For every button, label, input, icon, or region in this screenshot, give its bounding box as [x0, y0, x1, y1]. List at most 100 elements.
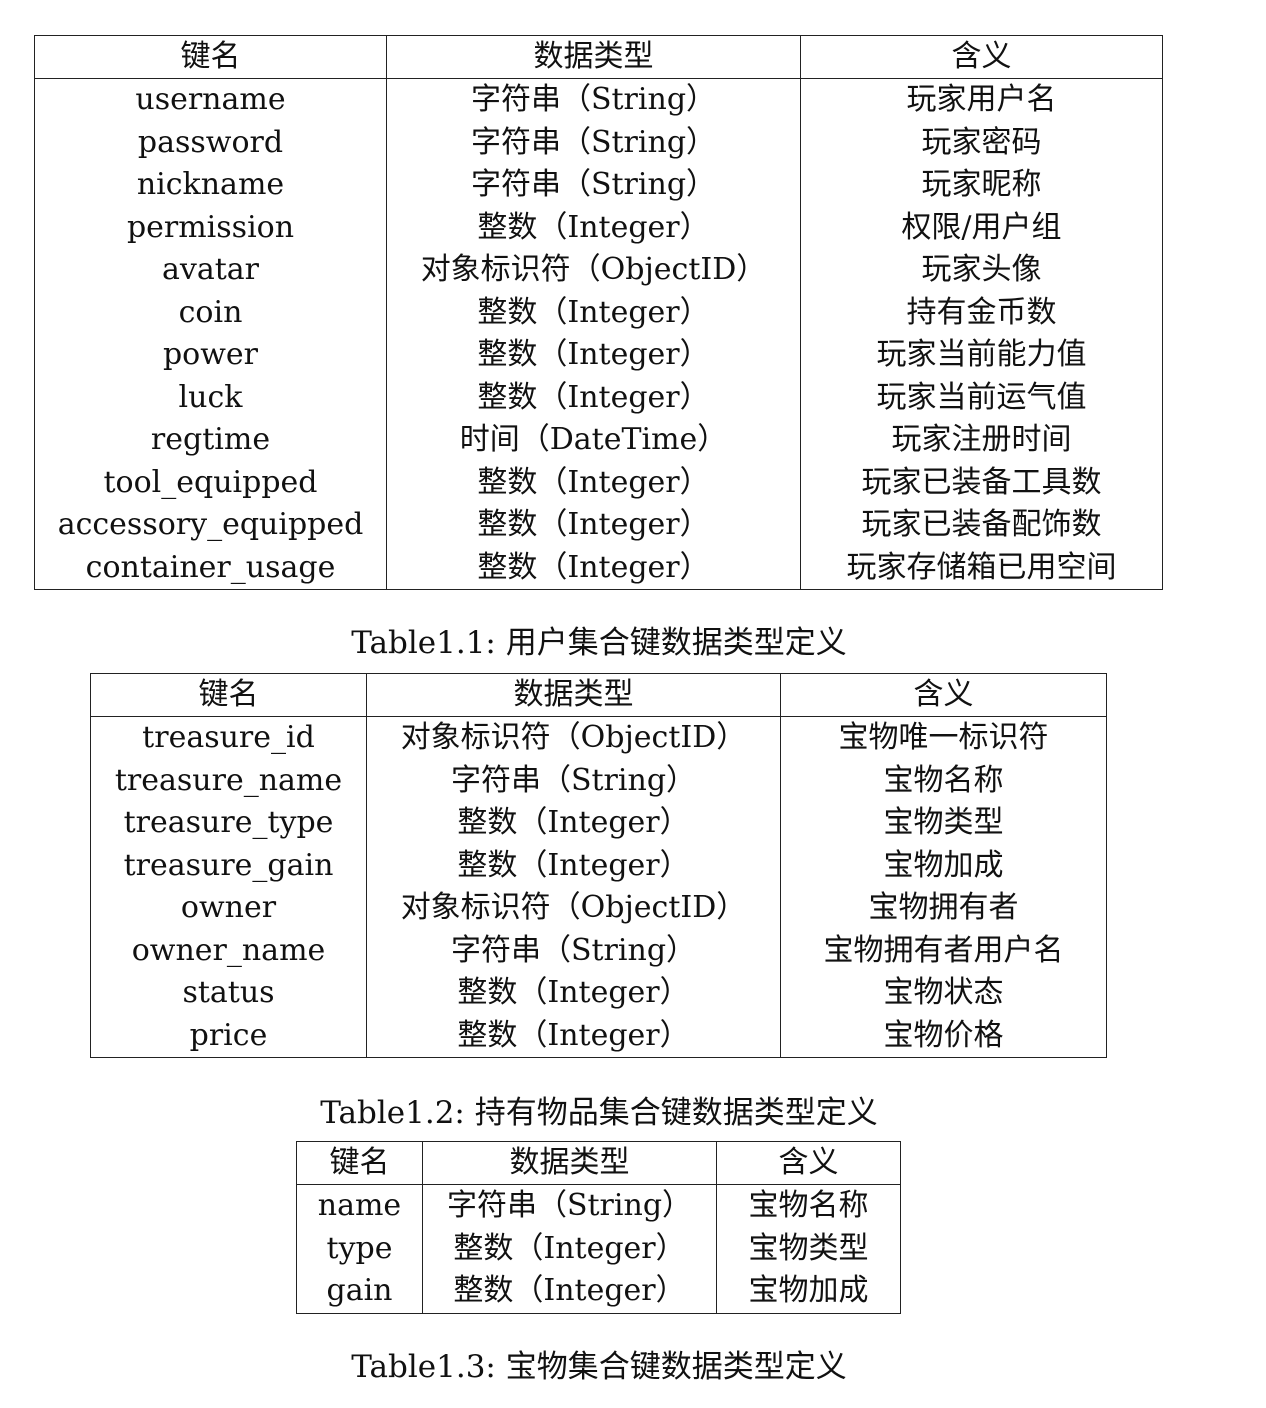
cell-key: status	[90, 972, 367, 1015]
cell-type: 整数（Integer）	[386, 334, 801, 377]
cell-type: 字符串（String）	[386, 164, 801, 207]
cell-key: regtime	[34, 419, 387, 462]
table-row: username 字符串（String） 玩家用户名	[34, 78, 1163, 122]
table-caption: Table1.2: 持有物品集合键数据类型定义	[320, 1095, 878, 1131]
cell-meaning: 宝物类型	[716, 1227, 901, 1270]
cell-key: nickname	[34, 164, 387, 207]
cell-key: treasure_type	[90, 802, 367, 845]
table-row: treasure_id 对象标识符（ObjectID） 宝物唯一标识符	[90, 716, 1107, 760]
table-row: coin 整数（Integer） 持有金币数	[34, 291, 1163, 334]
table-row: password 字符串（String） 玩家密码	[34, 121, 1163, 164]
cell-type: 字符串（String）	[386, 121, 801, 164]
header-data-type: 数据类型	[422, 1141, 717, 1185]
table-row: type 整数（Integer） 宝物类型	[296, 1227, 901, 1270]
cell-type: 整数（Integer）	[386, 206, 801, 249]
cell-type: 整数（Integer）	[422, 1227, 717, 1270]
cell-type: 整数（Integer）	[386, 546, 801, 590]
cell-meaning: 玩家用户名	[800, 78, 1163, 122]
cell-type: 对象标识符（ObjectID）	[366, 716, 781, 760]
cell-type: 整数（Integer）	[422, 1270, 717, 1313]
cell-key: power	[34, 334, 387, 377]
treasure-holdings-table: 键名 数据类型 含义 treasure_id 对象标识符（ObjectID） 宝物唯…	[90, 673, 1107, 1058]
table-row: avatar 对象标识符（ObjectID） 玩家头像	[34, 249, 1163, 292]
cell-type: 整数（Integer）	[366, 1014, 781, 1058]
cell-meaning: 玩家当前能力值	[800, 334, 1163, 377]
cell-type: 整数（Integer）	[366, 972, 781, 1015]
table-header-row: 键名 数据类型 含义	[296, 1141, 901, 1185]
cell-key: type	[296, 1227, 423, 1270]
table-caption: Table1.1: 用户集合键数据类型定义	[351, 625, 847, 661]
table-row: treasure_type 整数（Integer） 宝物类型	[90, 802, 1107, 845]
cell-meaning: 玩家已装备配饰数	[800, 504, 1163, 547]
header-meaning: 含义	[800, 35, 1163, 79]
cell-meaning: 玩家昵称	[800, 164, 1163, 207]
treasure-collection-table: 键名 数据类型 含义 name 字符串（String） 宝物名称 type 整数（In…	[296, 1141, 901, 1314]
cell-type: 字符串（String）	[366, 759, 781, 802]
cell-meaning: 宝物拥有者	[780, 887, 1107, 930]
cell-key: permission	[34, 206, 387, 249]
table-header-row: 键名 数据类型 含义	[34, 35, 1163, 79]
table-row: container_usage 整数（Integer） 玩家存储箱已用空间	[34, 546, 1163, 590]
cell-key: username	[34, 78, 387, 122]
header-data-type: 数据类型	[386, 35, 801, 79]
table-row: status 整数（Integer） 宝物状态	[90, 972, 1107, 1015]
cell-meaning: 玩家注册时间	[800, 419, 1163, 462]
cell-type: 字符串（String）	[386, 78, 801, 122]
cell-key: coin	[34, 291, 387, 334]
header-data-type: 数据类型	[366, 673, 781, 717]
cell-key: tool_equipped	[34, 461, 387, 504]
cell-meaning: 宝物加成	[716, 1270, 901, 1313]
cell-key: treasure_gain	[90, 844, 367, 887]
cell-meaning: 玩家密码	[800, 121, 1163, 164]
table-row: price 整数（Integer） 宝物价格	[90, 1014, 1107, 1058]
cell-meaning: 宝物名称	[716, 1184, 901, 1228]
table-caption: Table1.3: 宝物集合键数据类型定义	[351, 1349, 847, 1385]
table-row: treasure_gain 整数（Integer） 宝物加成	[90, 844, 1107, 887]
table-row: nickname 字符串（String） 玩家昵称	[34, 164, 1163, 207]
cell-key: gain	[296, 1270, 423, 1313]
table-row: luck 整数（Integer） 玩家当前运气值	[34, 376, 1163, 419]
cell-type: 整数（Integer）	[366, 844, 781, 887]
header-key-name: 键名	[296, 1141, 423, 1185]
table-row: name 字符串（String） 宝物名称	[296, 1184, 901, 1228]
table-row: regtime 时间（DateTime） 玩家注册时间	[34, 419, 1163, 462]
cell-key: avatar	[34, 249, 387, 292]
table-row: gain 整数（Integer） 宝物加成	[296, 1270, 901, 1313]
cell-key: treasure_name	[90, 759, 367, 802]
cell-meaning: 宝物加成	[780, 844, 1107, 887]
cell-meaning: 玩家头像	[800, 249, 1163, 292]
cell-meaning: 玩家当前运气值	[800, 376, 1163, 419]
table-row: tool_equipped 整数（Integer） 玩家已装备工具数	[34, 461, 1163, 504]
cell-meaning: 宝物类型	[780, 802, 1107, 845]
user-collection-table: 键名 数据类型 含义 username 字符串（String） 玩家用户名 pass…	[34, 35, 1163, 590]
cell-meaning: 宝物拥有者用户名	[780, 929, 1107, 972]
table-header-row: 键名 数据类型 含义	[90, 673, 1107, 717]
cell-meaning: 玩家已装备工具数	[800, 461, 1163, 504]
cell-meaning: 宝物价格	[780, 1014, 1107, 1058]
cell-key: password	[34, 121, 387, 164]
cell-meaning: 权限/用户组	[800, 206, 1163, 249]
table-row: power 整数（Integer） 玩家当前能力值	[34, 334, 1163, 377]
header-meaning: 含义	[716, 1141, 901, 1185]
cell-type: 对象标识符（ObjectID）	[386, 249, 801, 292]
cell-key: accessory_equipped	[34, 504, 387, 547]
cell-key: name	[296, 1184, 423, 1228]
cell-type: 整数（Integer）	[386, 291, 801, 334]
cell-type: 整数（Integer）	[386, 504, 801, 547]
cell-meaning: 宝物名称	[780, 759, 1107, 802]
table-row: owner_name 字符串（String） 宝物拥有者用户名	[90, 929, 1107, 972]
cell-key: treasure_id	[90, 716, 367, 760]
cell-type: 整数（Integer）	[386, 461, 801, 504]
table-row: permission 整数（Integer） 权限/用户组	[34, 206, 1163, 249]
table-row: accessory_equipped 整数（Integer） 玩家已装备配饰数	[34, 504, 1163, 547]
cell-meaning: 宝物状态	[780, 972, 1107, 1015]
cell-meaning: 宝物唯一标识符	[780, 716, 1107, 760]
cell-key: price	[90, 1014, 367, 1058]
cell-key: luck	[34, 376, 387, 419]
header-key-name: 键名	[90, 673, 367, 717]
cell-type: 时间（DateTime）	[386, 419, 801, 462]
cell-meaning: 玩家存储箱已用空间	[800, 546, 1163, 590]
table-row: owner 对象标识符（ObjectID） 宝物拥有者	[90, 887, 1107, 930]
cell-key: container_usage	[34, 546, 387, 590]
cell-type: 整数（Integer）	[366, 802, 781, 845]
